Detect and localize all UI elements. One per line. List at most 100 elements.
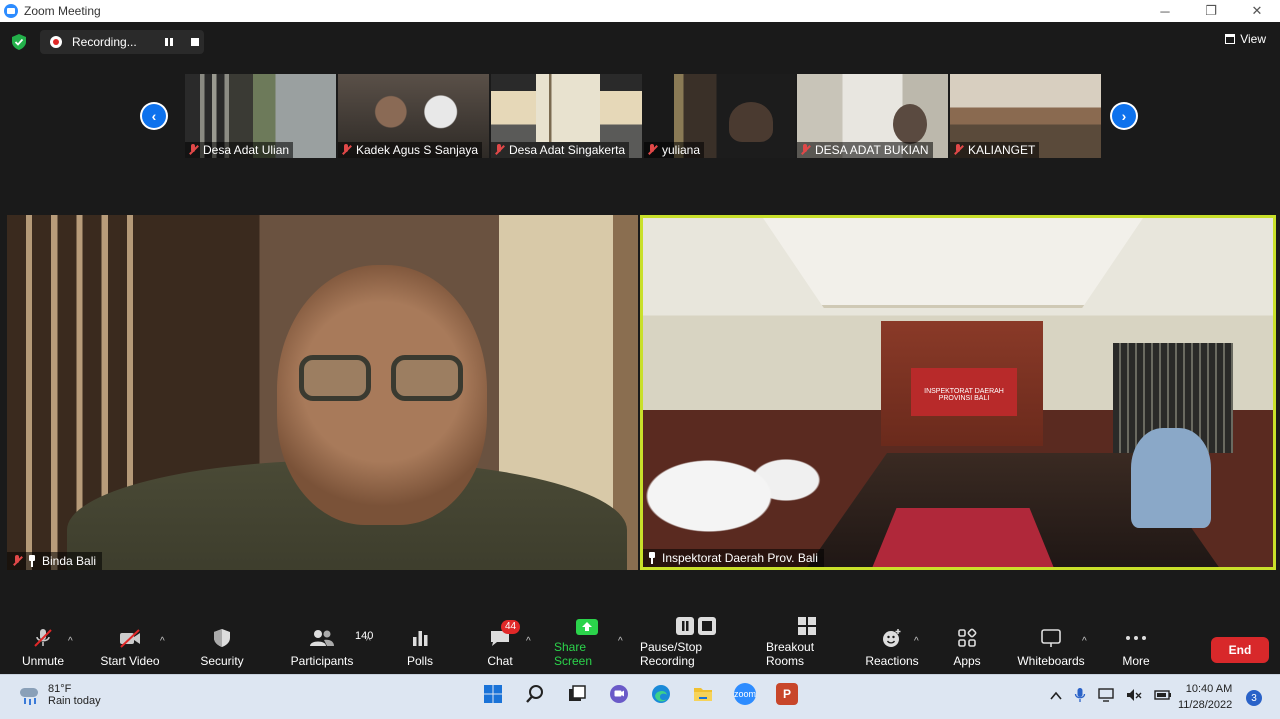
- end-meeting-button[interactable]: End: [1211, 637, 1269, 663]
- unmute-button[interactable]: Unmute: [18, 622, 68, 674]
- whiteboard-icon: [1041, 629, 1061, 647]
- search-icon[interactable]: [524, 683, 546, 705]
- speaker-muted-icon[interactable]: [1126, 688, 1142, 705]
- share-screen-button[interactable]: Share Screen: [554, 619, 620, 674]
- polls-button[interactable]: Polls: [404, 622, 436, 674]
- apps-button[interactable]: Apps: [952, 622, 982, 674]
- polls-icon: [413, 631, 428, 646]
- shield-icon: [214, 629, 230, 647]
- unmute-label: Unmute: [21, 654, 65, 668]
- security-button[interactable]: Security: [200, 622, 244, 674]
- zoom-taskbar-icon[interactable]: zoom: [734, 683, 756, 705]
- video-name-label: Binda Bali: [7, 552, 103, 570]
- participants-options-caret[interactable]: ^: [366, 636, 371, 647]
- participants-button[interactable]: 140 Participants: [290, 622, 373, 674]
- system-clock[interactable]: 10:40 AM 11/28/2022: [1178, 681, 1232, 713]
- participant-name: Desa Adat Singakerta: [509, 143, 626, 157]
- meeting-toolbar: Unmute ^ Start Video ^ Security 140 Part…: [0, 617, 1280, 674]
- taskbar-apps: zoom P: [482, 683, 798, 705]
- polls-label: Polls: [406, 654, 433, 668]
- room-banner: INSPEKTORAT DAERAH PROVINSI BALI: [911, 368, 1017, 416]
- windows-start-icon[interactable]: [482, 683, 504, 705]
- view-grid-icon: [1225, 34, 1236, 44]
- powerpoint-icon[interactable]: P: [776, 683, 798, 705]
- share-screen-icon: [576, 619, 598, 635]
- apps-label: Apps: [953, 654, 981, 668]
- whiteboards-button[interactable]: Whiteboards: [1017, 622, 1085, 674]
- recording-label: Recording...: [72, 35, 137, 49]
- pause-stop-icon: [676, 617, 716, 635]
- chevron-left-icon: ‹: [142, 104, 166, 128]
- chevron-up-icon[interactable]: [1050, 690, 1062, 704]
- participant-name: Desa Adat Ulian: [203, 143, 290, 157]
- minimize-button[interactable]: ─: [1142, 0, 1188, 22]
- microphone-icon[interactable]: [1074, 687, 1086, 706]
- gallery-next-button[interactable]: ›: [1110, 102, 1138, 130]
- start-video-button[interactable]: Start Video: [100, 622, 160, 674]
- breakout-rooms-icon: [798, 617, 816, 635]
- gallery-tile[interactable]: yuliana: [644, 74, 795, 158]
- recording-indicator: Recording...: [40, 30, 204, 54]
- battery-icon[interactable]: [1154, 689, 1172, 704]
- video-tile-active-speaker[interactable]: INSPEKTORAT DAERAH PROVINSI BALI Inspekt…: [640, 215, 1276, 570]
- audio-options-caret[interactable]: ^: [68, 636, 73, 647]
- gallery-tile[interactable]: DESA ADAT BUKIAN: [797, 74, 948, 158]
- participant-name: DESA ADAT BUKIAN: [815, 143, 929, 157]
- pause-stop-recording-button[interactable]: Pause/Stop Recording: [640, 617, 752, 674]
- security-label: Security: [200, 654, 244, 668]
- os-taskbar: 81°F Rain today zoom P 10:40 AM 11/28/20…: [0, 674, 1280, 719]
- participant-name: Binda Bali: [42, 554, 97, 568]
- file-explorer-icon[interactable]: [692, 683, 714, 705]
- mic-muted-icon: [187, 144, 199, 156]
- chat-label: Chat: [487, 654, 513, 668]
- participant-name: KALIANGET: [968, 143, 1036, 157]
- participant-name: Kadek Agus S Sanjaya: [356, 143, 479, 157]
- system-tray: [1050, 687, 1172, 706]
- mic-off-icon: [34, 629, 52, 647]
- restore-button[interactable]: ❐: [1188, 0, 1234, 22]
- chat-options-caret[interactable]: ^: [526, 636, 531, 647]
- gallery-tile[interactable]: Desa Adat Ulian: [185, 74, 336, 158]
- stop-recording-icon[interactable]: [190, 38, 199, 46]
- more-button[interactable]: More: [1120, 622, 1152, 674]
- breakout-rooms-button[interactable]: Breakout Rooms: [766, 617, 848, 674]
- reactions-options-caret[interactable]: ^: [914, 636, 919, 647]
- pause-stop-recording-label: Pause/Stop Recording: [640, 640, 703, 668]
- notification-badge[interactable]: 3: [1246, 690, 1262, 706]
- view-button[interactable]: View: [1225, 32, 1266, 46]
- participant-name: yuliana: [662, 143, 701, 157]
- gallery-tile[interactable]: Kadek Agus S Sanjaya: [338, 74, 489, 158]
- mic-muted-icon: [340, 144, 352, 156]
- video-tile-binda-bali[interactable]: Binda Bali: [7, 215, 638, 570]
- weather-temp: 81°F: [48, 683, 72, 695]
- chat-button[interactable]: 44 Chat: [484, 620, 521, 674]
- gallery-tile[interactable]: KALIANGET: [950, 74, 1101, 158]
- breakout-rooms-label: Breakout Rooms: [766, 640, 815, 668]
- mic-muted-icon: [952, 144, 964, 156]
- teams-chat-icon[interactable]: [608, 683, 630, 705]
- security-shield-icon[interactable]: [12, 34, 26, 50]
- task-view-icon[interactable]: [566, 683, 588, 705]
- chat-unread-badge: 44: [501, 620, 521, 634]
- window-controls: ─ ❐ ✕: [1142, 0, 1280, 22]
- reactions-button[interactable]: Reactions: [865, 622, 919, 674]
- whiteboards-options-caret[interactable]: ^: [1082, 636, 1087, 647]
- display-icon[interactable]: [1098, 688, 1114, 705]
- weather-widget[interactable]: 81°F Rain today: [18, 683, 101, 707]
- apps-icon: [958, 628, 977, 647]
- recording-dot-icon: [50, 36, 62, 48]
- video-options-caret[interactable]: ^: [160, 636, 165, 647]
- chevron-right-icon: ›: [1112, 104, 1136, 128]
- gallery-prev-button[interactable]: ‹: [140, 102, 168, 130]
- close-button[interactable]: ✕: [1234, 0, 1280, 22]
- pause-recording-icon[interactable]: [164, 38, 173, 46]
- mic-muted-icon: [646, 144, 658, 156]
- weather-desc: Rain today: [48, 695, 101, 707]
- gallery-tile[interactable]: Desa Adat Singakerta: [491, 74, 642, 158]
- share-options-caret[interactable]: ^: [618, 636, 623, 647]
- mic-muted-icon: [493, 144, 505, 156]
- edge-browser-icon[interactable]: [650, 683, 672, 705]
- participants-icon: [310, 630, 334, 646]
- participants-label: Participants: [290, 654, 354, 668]
- gallery-strip: Desa Adat Ulian Kadek Agus S Sanjaya Des…: [185, 74, 1101, 158]
